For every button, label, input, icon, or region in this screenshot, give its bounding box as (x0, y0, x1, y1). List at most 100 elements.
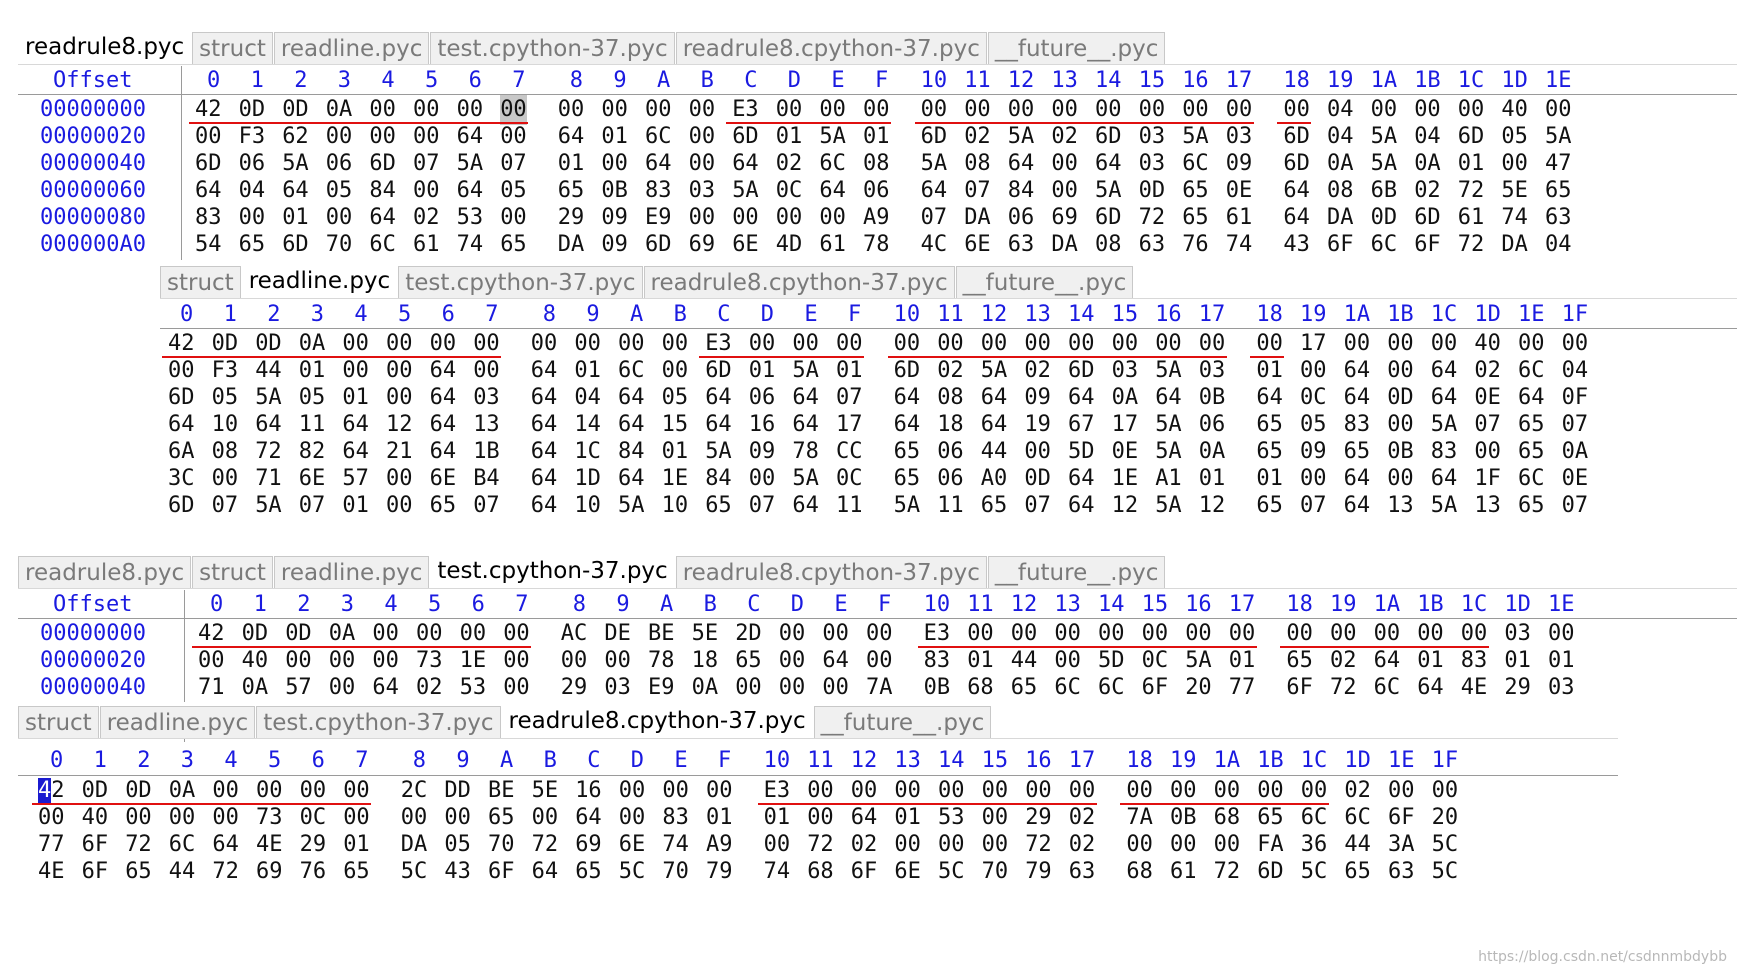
hex-byte[interactable]: 07 (1300, 491, 1327, 520)
hex-byte[interactable]: 64 (342, 410, 369, 440)
hex-byte[interactable]: 00 (329, 673, 356, 703)
hex-byte[interactable]: 4D (776, 230, 803, 260)
hex-byte[interactable]: 00 (326, 122, 353, 152)
hex-byte[interactable]: 0B (601, 176, 628, 206)
hex-byte[interactable]: 12 (1199, 491, 1226, 520)
tab-test-cpython-37-pyc[interactable]: test.cpython-37.pyc (398, 266, 643, 298)
hex-byte[interactable]: 00 (342, 329, 369, 359)
hex-byte[interactable]: 00 (1431, 329, 1458, 359)
hex-byte[interactable]: 65 (125, 857, 152, 887)
hex-byte[interactable]: 64 (531, 356, 558, 386)
hex-byte[interactable]: 6D (195, 149, 222, 179)
hex-byte[interactable]: 43 (444, 857, 471, 887)
hex-byte[interactable]: 5D (1068, 437, 1095, 467)
hex-byte[interactable]: 62 (282, 122, 309, 152)
hex-byte[interactable]: 43 (1283, 230, 1310, 260)
hex-byte[interactable]: 03 (1504, 619, 1531, 649)
hex-byte[interactable]: 00 (807, 776, 834, 806)
hex-byte[interactable]: 64 (819, 176, 846, 206)
tab-readline-pyc[interactable]: readline.pyc (241, 262, 398, 298)
hex-byte[interactable]: 00 (836, 329, 863, 359)
hex-byte[interactable]: 0D (1387, 383, 1414, 413)
hex-byte[interactable]: 64 (369, 203, 396, 233)
hex-byte[interactable]: 6D (645, 230, 672, 260)
hex-byte[interactable]: 00 (372, 619, 399, 649)
hex-byte[interactable]: 64 (1344, 356, 1371, 386)
hex-byte[interactable]: 64 (1431, 356, 1458, 386)
hex-byte[interactable]: 64 (705, 383, 732, 413)
hex-byte[interactable]: 00 (503, 619, 530, 649)
hex-byte[interactable]: DD (444, 776, 471, 806)
hex-byte[interactable]: 08 (1095, 230, 1122, 260)
hex-byte[interactable]: 05 (444, 830, 471, 860)
hex-byte[interactable]: 64 (1068, 464, 1095, 494)
hex-byte[interactable]: 09 (601, 230, 628, 260)
hex-byte[interactable]: 65 (1182, 176, 1209, 206)
hex-byte[interactable]: 6D (705, 356, 732, 386)
hex-byte[interactable]: 08 (937, 383, 964, 413)
hex-byte[interactable]: 05 (1501, 122, 1528, 152)
hex-byte[interactable]: 64 (430, 437, 457, 467)
hex-byte[interactable]: 1E (1112, 464, 1139, 494)
hex-byte[interactable]: 64 (1344, 464, 1371, 494)
hex-byte[interactable]: 17 (1300, 329, 1327, 359)
hex-byte[interactable]: 64 (1068, 383, 1095, 413)
hex-byte[interactable]: 5A (618, 491, 645, 520)
hex-byte[interactable]: 69 (575, 830, 602, 860)
hex-byte[interactable]: 78 (792, 437, 819, 467)
hex-byte[interactable]: 44 (169, 857, 196, 887)
hex-byte[interactable]: 03 (473, 383, 500, 413)
hex-byte[interactable]: 47 (1545, 149, 1572, 179)
hex-byte[interactable]: BE (648, 619, 675, 649)
hex-byte[interactable]: 0E (1562, 464, 1589, 494)
hex-byte[interactable]: 65 (1256, 437, 1283, 467)
hex-byte[interactable]: 09 (1024, 383, 1051, 413)
hex-byte[interactable]: 03 (1139, 122, 1166, 152)
hex-byte[interactable]: 06 (863, 176, 890, 206)
hex-byte[interactable]: 0E (1226, 176, 1253, 206)
hex-byte[interactable]: 6F (1388, 803, 1415, 833)
hex-byte[interactable]: 00 (1432, 776, 1459, 806)
hex-byte[interactable]: 70 (662, 857, 689, 887)
hex-byte[interactable]: 00 (500, 203, 527, 233)
hex-byte[interactable]: DA (1051, 230, 1078, 260)
hex-byte[interactable]: 00 (386, 356, 413, 386)
hex-byte[interactable]: 13 (1387, 491, 1414, 520)
hex-byte[interactable]: 65 (981, 491, 1008, 520)
hex-byte[interactable]: 00 (822, 619, 849, 649)
hex-byte[interactable]: 40 (1501, 95, 1528, 125)
hex-byte[interactable]: 00 (645, 95, 672, 125)
hex-byte[interactable]: 0B (1387, 437, 1414, 467)
hex-byte[interactable]: 00 (894, 830, 921, 860)
hex-byte[interactable]: 64 (981, 410, 1008, 440)
hex-byte[interactable]: 10 (574, 491, 601, 520)
hex-byte[interactable]: 00 (1545, 95, 1572, 125)
hex-byte[interactable]: 00 (601, 149, 628, 179)
hex-byte[interactable]: 18 (937, 410, 964, 440)
hex-byte[interactable]: 6D (1068, 356, 1095, 386)
hex-byte[interactable]: 07 (964, 176, 991, 206)
hex-byte[interactable]: 00 (1387, 410, 1414, 440)
hex-byte[interactable]: 5A (1155, 356, 1182, 386)
hex-byte[interactable]: 02 (964, 122, 991, 152)
hex-byte[interactable]: 0C (836, 464, 863, 494)
hex-byte[interactable]: 6C (645, 122, 672, 152)
hex-byte[interactable]: 0D (285, 619, 312, 649)
hex-byte[interactable]: 3A (1388, 830, 1415, 860)
hex-byte[interactable]: 0E (1112, 437, 1139, 467)
hex-byte[interactable]: 06 (937, 437, 964, 467)
hex-byte[interactable]: 01 (342, 491, 369, 520)
hex-byte[interactable]: 0D (239, 95, 266, 125)
hex-byte[interactable]: 00 (256, 776, 283, 806)
hex-byte[interactable]: 5A (282, 149, 309, 179)
hex-byte[interactable]: 00 (212, 803, 239, 833)
hex-byte[interactable]: 72 (125, 830, 152, 860)
hex-byte[interactable]: 00 (1301, 776, 1328, 806)
hex-byte[interactable]: 42 (195, 95, 222, 125)
hex-byte[interactable]: 6F (82, 857, 109, 887)
hex-byte[interactable]: 6F (1142, 673, 1169, 703)
hex-byte[interactable]: 40 (242, 646, 269, 676)
hex-byte[interactable]: 06 (937, 464, 964, 494)
hex-byte[interactable]: 64 (1256, 383, 1283, 413)
hex-byte[interactable]: 74 (1501, 203, 1528, 233)
